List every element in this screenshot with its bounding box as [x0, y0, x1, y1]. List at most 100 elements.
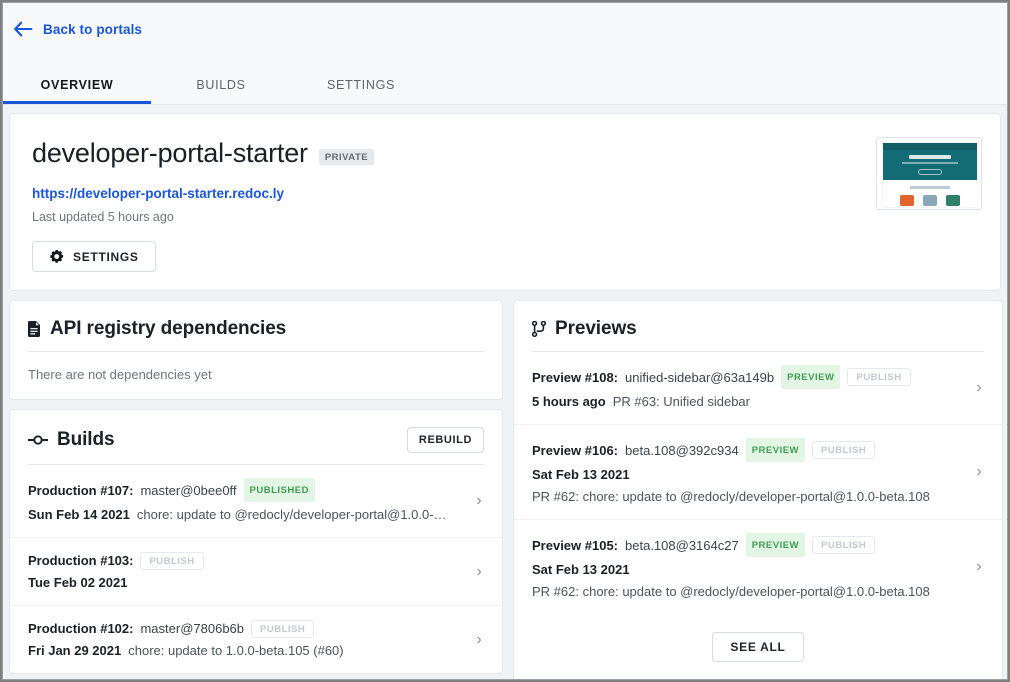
git-commit-icon	[28, 433, 48, 447]
rebuild-button[interactable]: REBUILD	[406, 427, 484, 453]
tab-builds-label: BUILDS	[196, 77, 246, 92]
chevron-right-icon[interactable]: ›	[974, 464, 984, 480]
tab-settings[interactable]: SETTINGS	[291, 68, 431, 104]
api-registry-dependencies-card: API registry dependencies There are not …	[9, 300, 503, 400]
build-row-line-top: Production #107: master@0bee0ff PUBLISHE…	[28, 478, 462, 502]
publish-button[interactable]: PUBLISH	[847, 368, 911, 386]
preview-date: 5 hours ago	[532, 394, 606, 409]
build-date: Sun Feb 14 2021	[28, 507, 130, 522]
thumbnail-hero	[883, 143, 977, 180]
dependencies-title-group: API registry dependencies	[28, 318, 286, 340]
publish-button[interactable]: PUBLISH	[251, 619, 315, 638]
status-badge: PREVIEW	[781, 365, 841, 389]
status-badge: PREVIEW	[745, 533, 806, 557]
thumbnail-card	[900, 195, 914, 206]
thumbnail-section-label	[910, 186, 950, 189]
status-badge: PREVIEW	[745, 438, 806, 462]
page-content: developer-portal-starter PRIVATE https:/…	[3, 105, 1007, 679]
build-row-line-bottom: Fri Jan 29 2021 chore: update to 1.0.0-b…	[28, 641, 462, 660]
previews-title: Previews	[555, 318, 637, 339]
chevron-right-icon[interactable]: ›	[974, 380, 984, 396]
file-icon	[28, 321, 41, 337]
preview-name: Preview #105:	[532, 537, 619, 553]
build-row[interactable]: Production #103: PUBLISH Tue Feb 02 2021…	[10, 537, 502, 605]
preview-row[interactable]: Preview #105: beta.108@3164c27 PREVIEW P…	[514, 519, 1002, 614]
build-name: Production #102:	[28, 621, 134, 636]
preview-ref: unified-sidebar@63a149b	[625, 369, 775, 385]
chevron-right-icon[interactable]: ›	[474, 563, 484, 580]
arrow-left-icon	[13, 21, 33, 37]
tab-builds[interactable]: BUILDS	[151, 68, 291, 104]
settings-button-label: SETTINGS	[73, 249, 139, 264]
page-title: developer-portal-starter	[32, 138, 308, 168]
top-bar: Back to portals OVERVIEW BUILDS SETTINGS	[3, 3, 1007, 105]
build-message: chore: update to @redocly/developer-port…	[136, 507, 447, 522]
preview-row-line-top: Preview #106: beta.108@392c934 PREVIEW P…	[532, 438, 962, 462]
build-row[interactable]: Production #107: master@0bee0ff PUBLISHE…	[10, 465, 502, 537]
preview-message: PR #62: chore: update to @redocly/develo…	[532, 489, 930, 504]
build-row-content: Production #107: master@0bee0ff PUBLISHE…	[28, 478, 462, 524]
tab-settings-label: SETTINGS	[326, 77, 396, 92]
build-name: Production #103:	[28, 553, 134, 568]
preview-pr: PR #63: Unified sidebar	[612, 394, 750, 409]
preview-row-line-date: Sat Feb 13 2021	[532, 560, 962, 579]
dependencies-empty-text: There are not dependencies yet	[28, 367, 212, 382]
tab-overview[interactable]: OVERVIEW	[3, 68, 151, 104]
preview-row[interactable]: Preview #108: unified-sidebar@63a149b PR…	[514, 352, 1002, 424]
preview-row-line-message: PR #62: chore: update to @redocly/develo…	[532, 487, 962, 506]
preview-date: Sat Feb 13 2021	[532, 467, 630, 482]
preview-date: Sat Feb 13 2021	[532, 562, 630, 577]
left-column: API registry dependencies There are not …	[9, 300, 503, 674]
preview-name: Preview #108:	[532, 369, 619, 385]
thumbnail-card	[946, 195, 960, 206]
build-message: chore: update to 1.0.0-beta.105 (#60)	[128, 643, 344, 658]
build-ref: master@7806b6b	[140, 621, 245, 636]
preview-message: PR #62: chore: update to @redocly/develo…	[532, 584, 930, 599]
publish-button[interactable]: PUBLISH	[812, 441, 876, 459]
portal-summary-card: developer-portal-starter PRIVATE https:/…	[9, 113, 1001, 291]
chevron-right-icon[interactable]: ›	[974, 559, 984, 575]
back-to-portals-link[interactable]: Back to portals	[13, 21, 142, 37]
preview-row-line-date: Sat Feb 13 2021	[532, 465, 962, 484]
right-column: Previews Preview #108: unified-sidebar@6…	[513, 300, 1003, 679]
tab-bar: OVERVIEW BUILDS SETTINGS	[3, 68, 1007, 104]
gear-icon	[49, 249, 64, 264]
build-ref: master@0bee0ff	[140, 482, 237, 498]
previews-header: Previews	[514, 301, 1002, 351]
git-branch-icon	[532, 321, 546, 337]
preview-row-content: Preview #106: beta.108@392c934 PREVIEW P…	[532, 438, 962, 506]
settings-button[interactable]: SETTINGS	[32, 241, 156, 272]
see-all-button[interactable]: SEE ALL	[712, 632, 804, 662]
chevron-right-icon[interactable]: ›	[474, 631, 484, 648]
dashboard-columns: API registry dependencies There are not …	[9, 300, 1003, 679]
preview-row[interactable]: Preview #106: beta.108@392c934 PREVIEW P…	[514, 424, 1002, 519]
portal-url-link[interactable]: https://developer-portal-starter.redoc.l…	[32, 186, 978, 201]
portal-title-row: developer-portal-starter PRIVATE	[32, 138, 978, 169]
build-row-line-top: Production #103: PUBLISH	[28, 551, 462, 570]
status-badge: PUBLISHED	[243, 478, 315, 502]
previews-card: Previews Preview #108: unified-sidebar@6…	[513, 300, 1003, 679]
thumbnail-card	[923, 195, 937, 206]
chevron-right-icon[interactable]: ›	[474, 493, 484, 509]
preview-row-line-bottom: 5 hours ago PR #63: Unified sidebar	[532, 392, 962, 411]
preview-ref: beta.108@3164c27	[625, 537, 739, 553]
publish-button[interactable]: PUBLISH	[140, 551, 204, 570]
thumbnail-cards	[883, 195, 977, 206]
app-window: Back to portals OVERVIEW BUILDS SETTINGS…	[2, 2, 1008, 680]
thumbnail-navbar	[883, 143, 977, 150]
thumbnail-cta-bar	[918, 169, 942, 175]
tab-overview-label: OVERVIEW	[40, 77, 114, 92]
build-row[interactable]: Production #102: master@7806b6b PUBLISH …	[10, 605, 502, 673]
last-updated-text: Last updated 5 hours ago	[32, 210, 174, 224]
preview-row-content: Preview #108: unified-sidebar@63a149b PR…	[532, 365, 962, 411]
publish-button[interactable]: PUBLISH	[812, 536, 876, 554]
thumbnail-inner	[883, 143, 977, 207]
preview-ref: beta.108@392c934	[625, 442, 739, 458]
build-row-content: Production #102: master@7806b6b PUBLISH …	[28, 619, 462, 660]
see-all-wrapper: SEE ALL	[514, 614, 1002, 679]
portal-thumbnail[interactable]	[876, 137, 982, 210]
preview-row-content: Preview #105: beta.108@3164c27 PREVIEW P…	[532, 533, 962, 601]
builds-card: Builds REBUILD Production #107: master@0…	[9, 409, 503, 674]
visibility-badge: PRIVATE	[318, 148, 375, 165]
